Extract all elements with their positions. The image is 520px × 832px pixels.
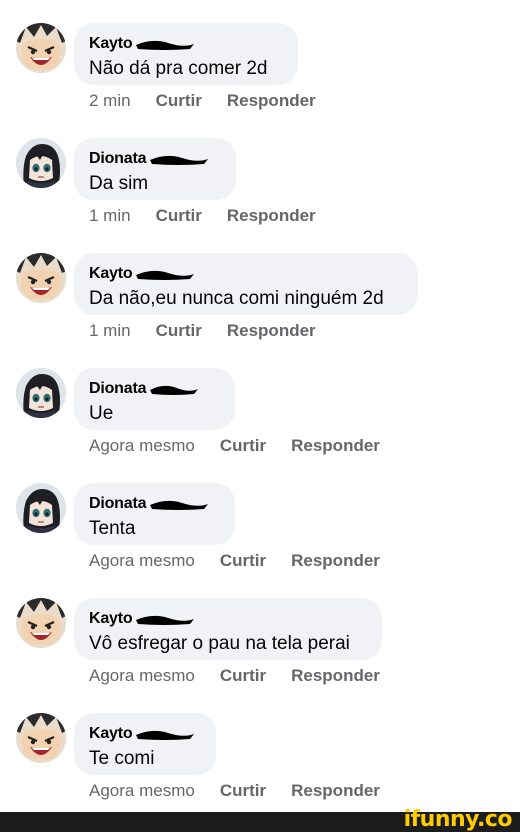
comment-timestamp[interactable]: Agora mesmo — [89, 436, 195, 456]
comment-timestamp[interactable]: Agora mesmo — [89, 781, 195, 801]
redaction-scribble — [150, 155, 209, 165]
redaction-scribble — [150, 385, 199, 395]
reply-button[interactable]: Responder — [291, 436, 380, 456]
comment-text: Da sim — [89, 173, 149, 194]
avatar[interactable] — [16, 253, 66, 303]
comment-item: Dionata Ue Agora mesmo Curtir Responder — [0, 368, 520, 480]
avatar[interactable] — [16, 23, 66, 73]
comment-bubble: Kayto Te comi — [74, 713, 216, 775]
comment-author[interactable]: Dionata — [89, 380, 146, 398]
comment-actions: 1 min Curtir Responder — [89, 321, 316, 341]
comment-timestamp[interactable]: Agora mesmo — [89, 551, 195, 571]
avatar[interactable] — [16, 713, 66, 763]
like-button[interactable]: Curtir — [220, 666, 266, 686]
comment-bubble: Dionata Da sim — [74, 138, 236, 200]
comment-bubble: Kayto Da não,eu nunca comi ninguém 2d — [74, 253, 418, 315]
anime-screaming-avatar-icon — [16, 598, 66, 648]
comment-actions: Agora mesmo Curtir Responder — [89, 781, 380, 801]
comment-text: Não dá pra comer 2d — [89, 58, 268, 79]
comment-text: Tenta — [89, 518, 136, 539]
reply-button[interactable]: Responder — [291, 781, 380, 801]
comment-bubble: Dionata Ue — [74, 368, 235, 430]
comment-bubble: Dionata Tenta — [74, 483, 235, 545]
anime-dark-hair-avatar-icon — [16, 138, 66, 188]
comment-actions: 2 min Curtir Responder — [89, 91, 316, 111]
avatar[interactable] — [16, 138, 66, 188]
comment-timestamp[interactable]: 1 min — [89, 321, 131, 341]
reply-button[interactable]: Responder — [291, 666, 380, 686]
comment-item: Kayto Não dá pra comer 2d 2 min Curtir Respo… — [0, 23, 520, 135]
like-button[interactable]: Curtir — [220, 436, 266, 456]
reply-button[interactable]: Responder — [291, 551, 380, 571]
comment-author[interactable]: Kayto — [89, 265, 133, 283]
reply-button[interactable]: Responder — [227, 206, 316, 226]
comment-text: Vô esfregar o pau na tela perai — [89, 633, 350, 654]
redaction-scribble — [136, 270, 195, 280]
ifunny-watermark: ifunny.co — [403, 807, 513, 832]
comment-timestamp[interactable]: Agora mesmo — [89, 666, 195, 686]
redaction-scribble — [136, 730, 195, 740]
comment-item: Kayto Vô esfregar o pau na tela perai Agor… — [0, 598, 520, 710]
comment-author[interactable]: Dionata — [89, 495, 146, 513]
like-button[interactable]: Curtir — [156, 91, 202, 111]
comment-bubble: Kayto Vô esfregar o pau na tela perai — [74, 598, 382, 660]
comment-actions: Agora mesmo Curtir Responder — [89, 551, 380, 571]
avatar[interactable] — [16, 483, 66, 533]
anime-screaming-avatar-icon — [16, 253, 66, 303]
comment-item: Dionata Tenta Agora mesmo Curtir Responder — [0, 483, 520, 595]
like-button[interactable]: Curtir — [220, 551, 266, 571]
redaction-scribble — [136, 40, 195, 50]
like-button[interactable]: Curtir — [220, 781, 266, 801]
comment-item: Kayto Da não,eu nunca comi ninguém 2d 1 mi… — [0, 253, 520, 365]
comment-actions: 1 min Curtir Responder — [89, 206, 316, 226]
comment-author[interactable]: Kayto — [89, 35, 133, 53]
footer-bar: ifunny.co — [0, 808, 520, 832]
avatar[interactable] — [16, 368, 66, 418]
comment-actions: Agora mesmo Curtir Responder — [89, 666, 380, 686]
redaction-scribble — [150, 500, 209, 510]
comment-item: Dionata Da sim 1 min Curtir Responder — [0, 138, 520, 250]
avatar[interactable] — [16, 598, 66, 648]
reply-button[interactable]: Responder — [227, 91, 316, 111]
like-button[interactable]: Curtir — [156, 206, 202, 226]
like-button[interactable]: Curtir — [156, 321, 202, 341]
comment-author[interactable]: Kayto — [89, 725, 133, 743]
comment-author[interactable]: Dionata — [89, 150, 146, 168]
comment-bubble: Kayto Não dá pra comer 2d — [74, 23, 298, 85]
redaction-scribble — [136, 615, 195, 625]
comment-actions: Agora mesmo Curtir Responder — [89, 436, 380, 456]
anime-dark-hair-avatar-icon — [16, 483, 66, 533]
reply-button[interactable]: Responder — [227, 321, 316, 341]
comment-text: Te comi — [89, 748, 155, 769]
comment-text: Da não,eu nunca comi ninguém 2d — [89, 288, 384, 309]
comment-author[interactable]: Kayto — [89, 610, 133, 628]
comment-thread: Kayto Não dá pra comer 2d 2 min Curtir Respo… — [0, 0, 520, 812]
anime-screaming-avatar-icon — [16, 713, 66, 763]
anime-dark-hair-avatar-icon — [16, 368, 66, 418]
comment-text: Ue — [89, 403, 114, 424]
anime-screaming-avatar-icon — [16, 23, 66, 73]
comment-timestamp[interactable]: 2 min — [89, 91, 131, 111]
comment-timestamp[interactable]: 1 min — [89, 206, 131, 226]
